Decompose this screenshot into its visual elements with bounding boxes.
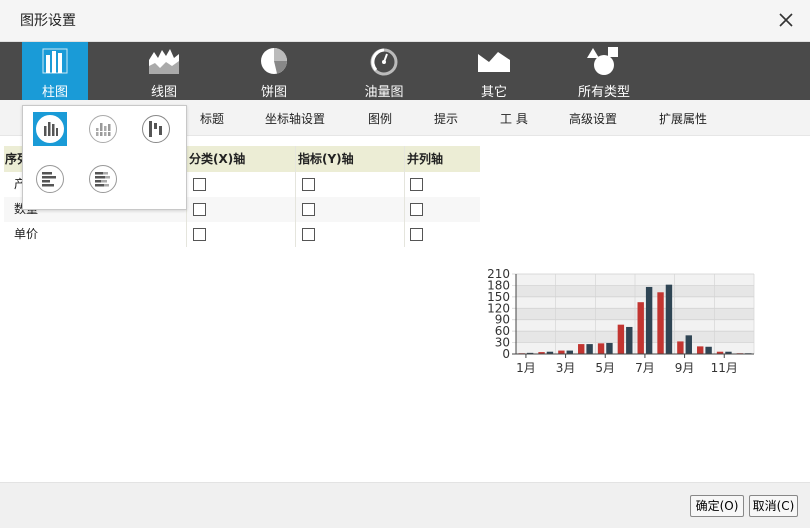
bar-chart-icon [42,48,68,74]
bar [566,350,573,354]
subtype-waterfall-bar[interactable] [139,112,173,146]
bar [645,286,653,354]
tab-title[interactable]: 标题 [200,110,224,127]
dialog-title: 图形设置 [20,13,76,29]
chart-type-bar-chart[interactable]: 柱图 [22,42,88,100]
chart-preview: 03060901201501802101月 3月 5月 7月 9月 11月 [487,267,755,375]
bar [578,344,585,354]
ok-button[interactable]: 确定(O) [690,495,744,517]
bar [685,335,692,354]
subtype-horizontal-bar[interactable] [33,162,67,196]
table-row: 单价 [4,222,480,247]
x-tick-label: 9月 [675,361,695,375]
column-header-parallel-axis: 并列轴 [407,152,444,166]
dialog-footer: 确定(O) 取消(C) [0,482,810,528]
y-axis-checkbox[interactable] [302,203,315,216]
bar [657,292,664,354]
series-name: 单价 [14,227,39,241]
x-axis-checkbox[interactable] [193,178,206,191]
vertical-bar-icon [36,115,64,143]
y-axis-checkbox[interactable] [302,178,315,191]
chart-type-label: 所有类型 [577,85,630,100]
x-tick-label: 5月 [595,361,615,375]
chart-type-other[interactable]: 其它 [461,42,527,100]
other-chart-icon [478,52,510,72]
bar [637,302,644,354]
bar [606,342,613,354]
gauge-chart-icon [370,48,398,76]
horizontal-bar-icon [36,165,64,193]
x-tick-label: 7月 [635,361,655,375]
dialog-titlebar: 图形设置 [0,0,810,42]
parallel-axis-checkbox[interactable] [410,228,423,241]
waterfall-bar-icon [142,115,170,143]
x-tick-label: 11月 [711,361,738,375]
bar-subtype-popup [22,105,187,210]
bar [705,346,712,354]
bar [665,284,673,354]
tab-advanced[interactable]: 高级设置 [569,110,617,127]
parallel-axis-checkbox[interactable] [410,203,423,216]
chart-type-pie-chart[interactable]: 饼图 [241,42,307,100]
tab-legend[interactable]: 图例 [368,110,392,127]
subtype-vertical-bar[interactable] [33,112,67,146]
chart-type-all[interactable]: 所有类型 [571,42,637,100]
tab-tools[interactable]: 工 具 [500,110,528,127]
chart-type-line-chart[interactable]: 线图 [131,42,197,100]
tab-extended-properties[interactable]: 扩展属性 [659,110,707,127]
chart-type-label: 饼图 [260,85,287,100]
bar [697,346,704,354]
column-header-x-axis: 分类(X)轴 [189,152,246,166]
y-axis-checkbox[interactable] [302,228,315,241]
x-axis-checkbox[interactable] [193,203,206,216]
all-types-icon [587,47,618,75]
chart-type-label: 柱图 [41,85,68,100]
bar [626,326,633,354]
chart-type-gauge-chart[interactable]: 油量图 [351,42,417,100]
subtype-horizontal-stacked-bar[interactable] [86,162,120,196]
subtype-stacked-bar[interactable] [86,112,120,146]
y-tick-label: 210 [487,267,510,281]
bar [677,341,684,354]
bar [597,343,605,354]
close-icon[interactable] [776,10,796,30]
bar [558,350,565,354]
tab-axis-settings[interactable]: 坐标轴设置 [265,110,325,127]
horizontal-stacked-bar-icon [89,165,117,193]
parallel-axis-checkbox[interactable] [410,178,423,191]
chart-type-label: 其它 [480,85,507,100]
bar [586,344,593,354]
stacked-bar-icon [89,115,117,143]
line-chart-icon [149,49,179,74]
chart-type-bar: 柱图 线图 饼图 油量图 其它 所有类型 [0,42,810,100]
x-tick-label: 3月 [556,361,576,375]
x-axis-checkbox[interactable] [193,228,206,241]
chart-type-label: 油量图 [364,85,404,100]
tab-tooltip[interactable]: 提示 [434,110,458,127]
column-header-y-axis: 指标(Y)轴 [298,152,354,166]
cancel-button[interactable]: 取消(C) [749,495,798,517]
chart-type-label: 线图 [150,85,177,100]
bar [617,324,625,354]
pie-chart-icon [261,48,287,74]
x-tick-label: 1月 [516,361,536,375]
